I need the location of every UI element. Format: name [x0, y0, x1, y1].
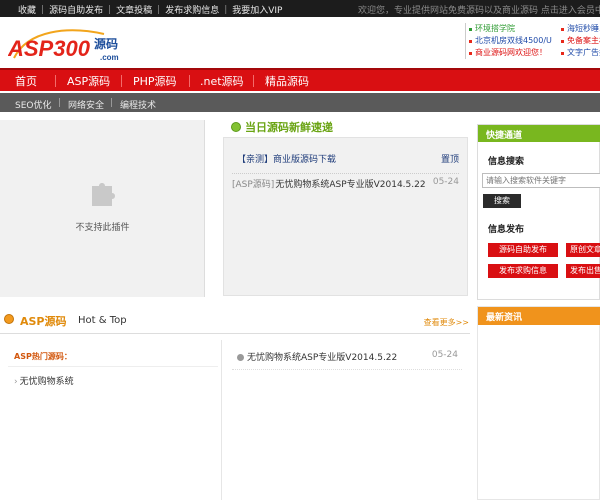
square-bullet-icon: [237, 354, 244, 361]
nav-item-php[interactable]: PHP源码: [133, 73, 177, 89]
dot-icon: [469, 51, 472, 55]
news-item[interactable]: [ASP源码] 无忧购物系统ASP专业版V2014.5.22 05-24: [232, 173, 459, 190]
divider: [8, 366, 218, 367]
top-link-join-vip[interactable]: 我要加入VIP: [232, 3, 282, 16]
separator: |: [41, 4, 45, 15]
hot-item[interactable]: 无忧购物系统: [14, 374, 74, 387]
dot-icon: [561, 51, 564, 55]
separator: |: [58, 98, 62, 108]
top-links: 收藏 | 源码自助发布 | 文章投稿 | 发布求购信息 | 我要加入VIP: [18, 3, 283, 17]
top-link-favorite[interactable]: 收藏: [18, 3, 36, 16]
nav-item-home[interactable]: 首页: [15, 73, 37, 89]
separator: |: [157, 4, 161, 15]
sell-button[interactable]: 发布出售: [566, 264, 600, 278]
news-link[interactable]: 无忧购物系统ASP专业版V2014.5.22: [275, 177, 425, 190]
separator: |: [224, 4, 228, 15]
plugin-unsupported-text: 不支持此插件: [75, 223, 130, 233]
promo-item[interactable]: 商业源码网欢迎您！: [469, 47, 552, 59]
asp-section-subtitle: Hot & Top: [78, 315, 127, 326]
purchase-request-button[interactable]: 发布求购信息: [488, 264, 558, 278]
promo-item[interactable]: 文字广告招...: [561, 47, 600, 59]
latest-news-title: 最新资讯: [478, 307, 600, 325]
self-publish-button[interactable]: 源码自助发布: [488, 243, 558, 257]
promo-item[interactable]: 免备案主机...: [561, 35, 600, 47]
top-bar: 收藏 | 源码自助发布 | 文章投稿 | 发布求购信息 | 我要加入VIP 欢迎…: [0, 0, 600, 17]
dot-icon: [469, 27, 472, 31]
search-button[interactable]: 搜索: [483, 194, 521, 208]
main-nav: 首页 ASP源码 PHP源码 .net源码 精品源码: [0, 68, 600, 91]
divider: [0, 333, 470, 334]
welcome-notice[interactable]: 欢迎您，专业提供网站免费源码以及商业源码 点击进入会员中心: [358, 3, 600, 16]
quick-access-title: 快捷通道: [478, 125, 600, 142]
promo-item[interactable]: 北京机房双线4500/U: [469, 35, 552, 47]
nav-item-asp[interactable]: ASP源码: [67, 73, 110, 89]
promo-item[interactable]: 环境搭学院: [469, 23, 552, 35]
dot-icon: [469, 39, 472, 43]
list-item[interactable]: 无忧购物系统ASP专业版V2014.5.22 05-24: [237, 350, 458, 363]
subnav-item-security[interactable]: 网络安全: [68, 98, 104, 111]
news-box: 【亲测】商业版源码下载 置顶 [ASP源码] 无忧购物系统ASP专业版V2014…: [223, 137, 468, 296]
divider: [232, 369, 462, 370]
logo-text: ASP300: [8, 36, 91, 61]
nav-separator: [121, 75, 122, 87]
dot-icon: [561, 27, 564, 31]
logo-cn: 源码: [94, 36, 118, 51]
circle-bullet-icon: [4, 314, 14, 324]
list-date: 05-24: [431, 350, 458, 360]
search-input[interactable]: [482, 173, 600, 188]
news-item-pinned[interactable]: 【亲测】商业版源码下载 置顶: [237, 152, 459, 165]
separator: |: [108, 4, 112, 15]
quick-access-panel: 快捷通道 信息搜索 搜索 信息发布 源码自助发布 原创文章 发布求购信息 发布出…: [477, 124, 600, 300]
news-source: [ASP源码]: [232, 180, 275, 190]
publish-label: 信息发布: [488, 225, 525, 235]
top-link-submit-article[interactable]: 文章投稿: [116, 3, 152, 16]
nav-separator: [253, 75, 254, 87]
dot-icon: [561, 39, 564, 43]
original-article-button[interactable]: 原创文章: [566, 243, 600, 257]
logo-domain: .com: [100, 53, 119, 62]
hot-title: ASP热门源码：: [14, 352, 72, 361]
top-link-self-publish[interactable]: 源码自助发布: [49, 3, 103, 16]
nav-separator: [189, 75, 190, 87]
separator: |: [110, 98, 114, 108]
asp-section-title: ASP源码: [20, 315, 67, 328]
nav-separator: [55, 75, 56, 87]
subnav-item-programming[interactable]: 编程技术: [120, 98, 156, 111]
sub-nav: SEO优化 | 网络安全 | 编程技术: [0, 93, 600, 112]
top-link-purchase-request[interactable]: 发布求购信息: [165, 3, 219, 16]
news-date: 05-24: [432, 177, 459, 187]
puzzle-icon: [92, 183, 115, 206]
latest-news-panel: 最新资讯: [477, 306, 600, 500]
promo-item[interactable]: 海短秒睡...: [561, 23, 600, 35]
news-section-title: 当日源码新鲜速递: [231, 120, 333, 134]
circle-bullet-icon: [231, 121, 241, 132]
asp-list: 无忧购物系统ASP专业版V2014.5.22 05-24: [237, 350, 458, 363]
pinned-tag: 置顶: [440, 155, 459, 165]
promo-list-right: 海短秒睡... 免备案主机... 文字广告招...: [561, 23, 600, 59]
site-logo[interactable]: ASP300 源码 .com: [8, 28, 132, 62]
subnav-item-seo[interactable]: SEO优化: [15, 98, 51, 111]
nav-item-premium[interactable]: 精品源码: [265, 73, 309, 89]
nav-item-dotnet[interactable]: .net源码: [200, 73, 244, 89]
asp-hot-box: ASP热门源码： 无忧购物系统: [0, 340, 222, 500]
asp-section-header: ASP源码 Hot & Top 查看更多>>: [4, 312, 469, 329]
more-link[interactable]: 查看更多>>: [424, 317, 469, 328]
search-label: 信息搜索: [488, 157, 525, 167]
plugin-placeholder: [0, 120, 205, 297]
promo-list-left: 环境搭学院 北京机房双线4500/U 商业源码网欢迎您！: [465, 23, 552, 59]
